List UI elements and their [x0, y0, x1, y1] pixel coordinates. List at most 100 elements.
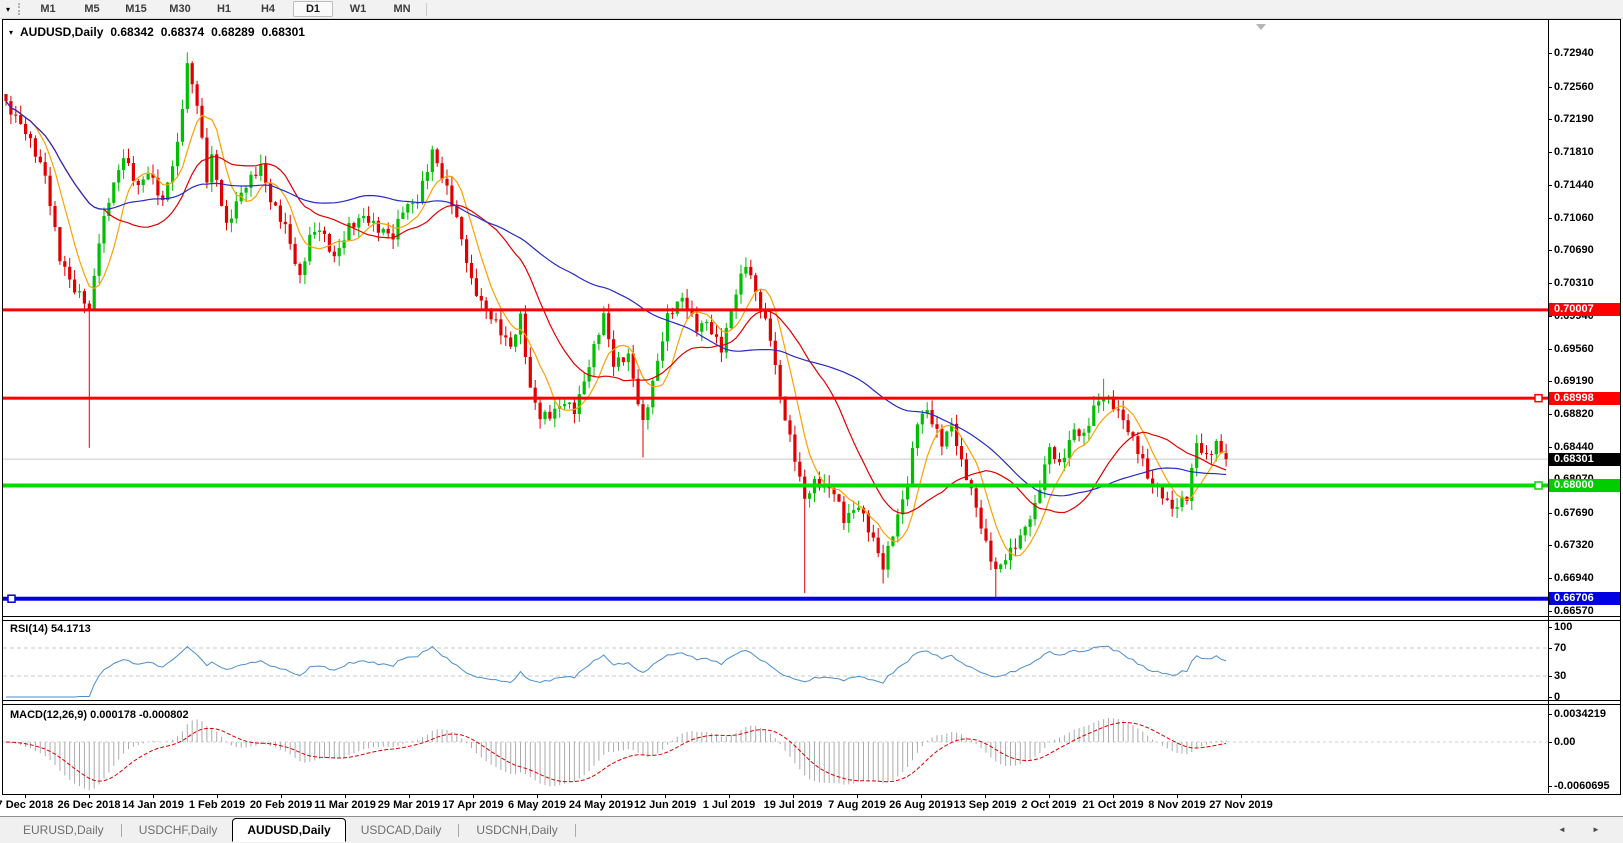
axis-tick-mark [1548, 697, 1552, 698]
candle-body [1146, 458, 1149, 478]
candle-body [137, 181, 140, 185]
resistance-line-068998-handle[interactable] [1535, 395, 1542, 402]
price-axis-label: 0.67320 [1554, 539, 1618, 551]
timeframe-button-mn[interactable]: MN [383, 2, 421, 16]
candle-body [842, 502, 845, 523]
tab-divider [458, 824, 459, 837]
date-axis[interactable]: 7 Dec 201826 Dec 201814 Jan 20191 Feb 20… [2, 795, 1619, 816]
rsi-indicator-label: RSI(14) 54.1713 [10, 623, 91, 635]
timeframe-button-h4[interactable]: H4 [249, 2, 287, 16]
date-tick-mark [281, 795, 282, 798]
candle-body [1014, 548, 1017, 549]
tab-eurusd[interactable]: EURUSD,Daily [8, 819, 119, 841]
candle-body [441, 163, 444, 179]
tab-audusd[interactable]: AUDUSD,Daily [232, 818, 345, 842]
candle-body [720, 337, 723, 353]
candle-body [980, 508, 983, 529]
candle-body [637, 379, 640, 404]
resistance-line-070007[interactable] [3, 308, 1548, 311]
candle-body [19, 115, 22, 124]
macd-axis-label: 0.0034219 [1554, 708, 1618, 720]
candle-body [975, 488, 978, 507]
candle-body [945, 431, 948, 446]
candle-body [117, 170, 120, 182]
candle-body [602, 313, 605, 335]
tab-scroll-left-icon[interactable]: ◄ [1558, 825, 1566, 834]
date-tick-mark [601, 795, 602, 798]
date-tick-mark [153, 795, 154, 798]
candle-body [44, 162, 47, 175]
candle-body [877, 538, 880, 554]
candle-body [529, 357, 532, 388]
candle-body [779, 365, 782, 397]
candle-body [127, 158, 130, 163]
timeframe-button-m5[interactable]: M5 [73, 2, 111, 16]
candle-body [764, 310, 767, 318]
ohlc-high-value: 0.68374 [161, 25, 204, 39]
price-axis-label: 0.68440 [1554, 441, 1618, 453]
candle-body [39, 157, 42, 163]
candle-body [1176, 507, 1179, 509]
resistance-line-068998[interactable] [3, 397, 1548, 400]
timeframe-button-m1[interactable]: M1 [29, 2, 67, 16]
candle-body [607, 313, 610, 339]
candle-body [362, 216, 365, 218]
candle-body [837, 494, 840, 501]
candle-body [774, 341, 777, 365]
tab-usdcad[interactable]: USDCAD,Daily [346, 819, 457, 841]
support-line-068000-handle[interactable] [1535, 482, 1542, 489]
timeframe-button-m15[interactable]: M15 [117, 2, 155, 16]
objects-collapse-icon[interactable]: ▾ [9, 28, 13, 37]
timeframe-button-d1[interactable]: D1 [293, 1, 333, 17]
candle-body [24, 124, 27, 134]
candle-body [1141, 454, 1144, 458]
moving-average-7 [6, 101, 1226, 556]
candle-body [132, 163, 135, 181]
candle-body [583, 381, 586, 394]
candle-body [445, 179, 448, 186]
candle-body [534, 388, 537, 403]
tab-scroll-right-icon[interactable]: ► [1592, 825, 1600, 834]
price-chart-canvas[interactable] [3, 20, 1620, 794]
candle-body [372, 221, 375, 223]
candle-body [935, 424, 938, 429]
axis-tick-mark [1548, 611, 1552, 612]
candle-body [181, 109, 184, 142]
toolbar-grip-handle[interactable] [18, 3, 23, 15]
support-line-066706[interactable] [3, 597, 1548, 601]
axis-tick-mark [1548, 447, 1552, 448]
timeframe-button-w1[interactable]: W1 [339, 2, 377, 16]
date-tick-mark [1113, 795, 1114, 798]
candle-body [705, 322, 708, 323]
candle-body [1136, 436, 1139, 454]
candle-body [656, 361, 659, 381]
tab-usdchf[interactable]: USDCHF,Daily [124, 819, 233, 841]
candle-body [676, 302, 679, 314]
chart-dropdown-icon[interactable]: ▾ [0, 5, 16, 14]
price-axis-label: 0.66940 [1554, 572, 1618, 584]
chart-window: ▾ AUDUSD,Daily 0.68342 0.68374 0.68289 0… [2, 19, 1621, 795]
candle-body [539, 403, 542, 419]
date-tick-mark [1241, 795, 1242, 798]
timeframe-button-m30[interactable]: M30 [161, 2, 199, 16]
date-tick-mark [1177, 795, 1178, 798]
candle-body [171, 166, 174, 182]
support-line-066706-handle[interactable] [8, 595, 15, 602]
tab-divider [575, 824, 576, 837]
price-axis-label: 0.71060 [1554, 212, 1618, 224]
timeframe-button-h1[interactable]: H1 [205, 2, 243, 16]
support-line-068000[interactable] [3, 484, 1548, 488]
candle-body [568, 403, 571, 405]
tab-usdcnh[interactable]: USDCNH,Daily [461, 819, 572, 841]
candle-body [1210, 454, 1213, 455]
price-axis-label: 0.71810 [1554, 146, 1618, 158]
candle-body [196, 84, 199, 106]
candle-body [509, 337, 512, 346]
price-axis-label: 0.70690 [1554, 244, 1618, 256]
candle-body [102, 216, 105, 243]
candle-body [622, 357, 625, 362]
axis-tick-mark [1548, 627, 1552, 628]
price-level-badge: 0.68000 [1549, 479, 1620, 492]
candle-body [328, 234, 331, 252]
candle-body [686, 298, 689, 310]
